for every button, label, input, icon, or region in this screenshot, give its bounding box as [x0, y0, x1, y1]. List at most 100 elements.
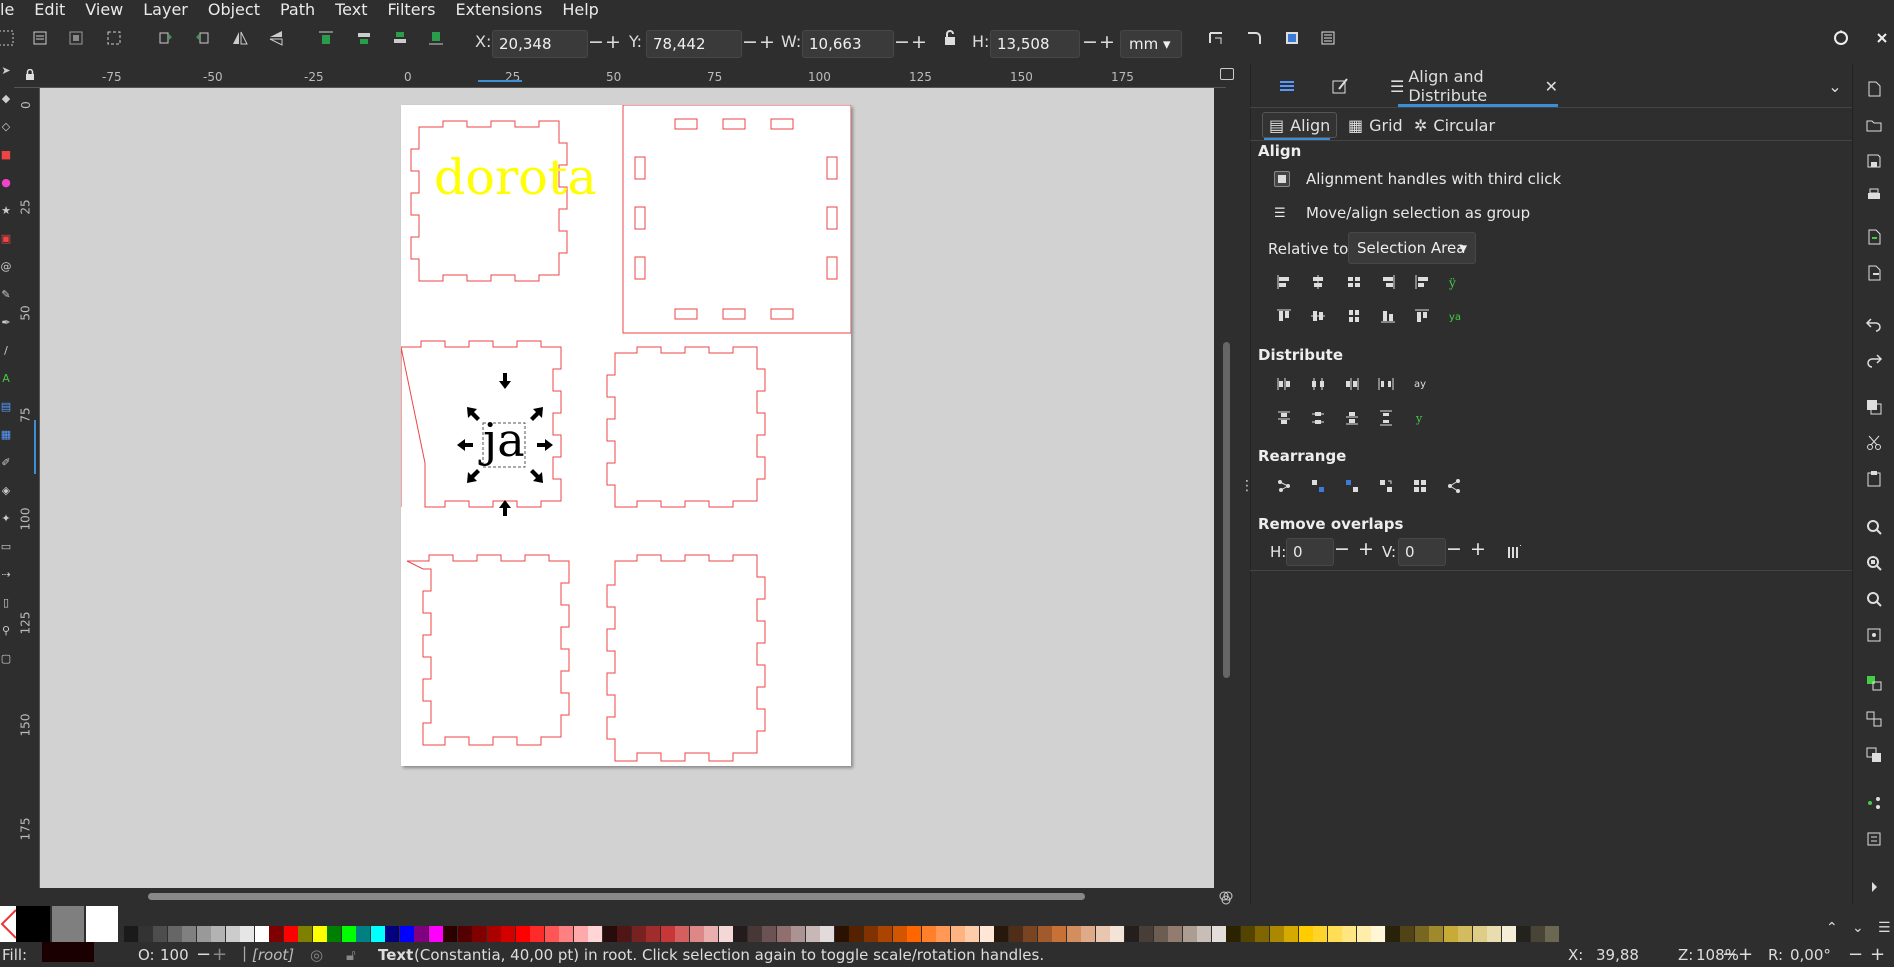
- 3dbox-tool-icon[interactable]: ▣: [0, 232, 12, 245]
- option-group[interactable]: ☰ Move/align selection as group: [1274, 204, 1530, 222]
- group-icon[interactable]: [1863, 672, 1885, 694]
- distribute-gaps-vertical-icon[interactable]: [1374, 406, 1398, 430]
- w-field[interactable]: 10,663: [802, 30, 894, 58]
- align-left-edges-icon[interactable]: [1272, 270, 1296, 294]
- palette-swatch[interactable]: [341, 926, 356, 942]
- palette-swatch[interactable]: [1545, 926, 1559, 942]
- raise-icon[interactable]: [350, 24, 378, 52]
- palette-swatch[interactable]: [1443, 926, 1458, 942]
- menu-filters[interactable]: Filters: [377, 0, 445, 20]
- horizontal-scrollbar-thumb[interactable]: [148, 893, 1085, 900]
- graph-layout-icon[interactable]: [1272, 474, 1296, 498]
- h-increment-icon[interactable]: +: [1099, 31, 1115, 53]
- align-right-edges-icon[interactable]: [1376, 270, 1400, 294]
- distribute-top-edges-icon[interactable]: [1272, 406, 1296, 430]
- star-tool-icon[interactable]: ★: [0, 204, 12, 217]
- print-icon[interactable]: [1863, 184, 1885, 206]
- palette-swatch[interactable]: [1400, 926, 1414, 942]
- cut-icon[interactable]: [1863, 432, 1885, 454]
- align-baseline-anchor-icon[interactable]: ya: [1444, 304, 1468, 328]
- pen-tool-icon[interactable]: ✒: [0, 316, 12, 329]
- palette-swatch[interactable]: [921, 926, 936, 942]
- palette-swatch[interactable]: [428, 926, 443, 942]
- palette-swatch[interactable]: [1139, 926, 1153, 942]
- y-field[interactable]: 78,442: [646, 30, 742, 58]
- palette-swatch[interactable]: [196, 926, 211, 942]
- distribute-baselines-horizontal-icon[interactable]: ay: [1410, 372, 1434, 396]
- palette-swatch[interactable]: [1516, 926, 1530, 942]
- lock-ratio-icon[interactable]: [936, 24, 964, 52]
- palette-swatch[interactable]: [1472, 926, 1487, 942]
- x-field[interactable]: 20,348: [492, 30, 588, 58]
- lock-guides-icon[interactable]: [24, 66, 36, 80]
- palette-swatch[interactable]: [1110, 926, 1124, 942]
- open-file-icon[interactable]: [1863, 114, 1885, 136]
- palette-swatch[interactable]: [573, 926, 588, 942]
- palette-swatch[interactable]: [791, 926, 805, 942]
- option-handles[interactable]: Alignment handles with third click: [1274, 170, 1561, 188]
- export-icon[interactable]: [1863, 262, 1885, 284]
- menu-object[interactable]: Object: [198, 0, 270, 20]
- palette-swatch[interactable]: [704, 926, 718, 942]
- swatch-gray[interactable]: [52, 906, 84, 942]
- opacity-decrement-icon[interactable]: −: [196, 944, 211, 965]
- palette-swatch[interactable]: [443, 926, 457, 942]
- palette-swatch[interactable]: [501, 926, 515, 942]
- palette-swatch[interactable]: [530, 926, 544, 942]
- selector-tool-icon[interactable]: ➤: [0, 64, 12, 77]
- zoom-increment-icon[interactable]: +: [1738, 944, 1753, 965]
- tweak-tool-icon[interactable]: ◇: [0, 120, 12, 133]
- palette-swatch[interactable]: [936, 926, 950, 942]
- menu-view[interactable]: View: [75, 0, 133, 20]
- palette-swatch[interactable]: [878, 926, 892, 942]
- menu-file[interactable]: le: [0, 0, 24, 20]
- scale-corners-icon[interactable]: [1240, 24, 1268, 52]
- palette-swatch[interactable]: [211, 926, 225, 942]
- palette-swatch[interactable]: [646, 926, 660, 942]
- palette-swatch[interactable]: [1124, 926, 1139, 942]
- palette-swatch[interactable]: [544, 926, 559, 942]
- palette-swatch[interactable]: [1153, 926, 1168, 942]
- palette-swatch[interactable]: [588, 926, 602, 942]
- center-on-vertical-icon[interactable]: [1342, 304, 1366, 328]
- palette-scroll-down-icon[interactable]: ⌄: [1852, 920, 1864, 936]
- lower-to-bottom-icon[interactable]: [422, 24, 450, 52]
- palette-swatch[interactable]: [327, 926, 341, 942]
- menu-edit[interactable]: Edit: [24, 0, 75, 20]
- palette-swatch[interactable]: [892, 926, 907, 942]
- tab-grid[interactable]: ▦ Grid: [1342, 112, 1409, 138]
- horizontal-ruler[interactable]: -75 -50 -25 0 25 50 75 100 125 150 175: [14, 64, 1234, 88]
- overlap-v-increment-icon[interactable]: +: [1470, 538, 1486, 560]
- palette-swatch[interactable]: [399, 926, 414, 942]
- unclump-icon[interactable]: [1442, 474, 1466, 498]
- palette-swatch[interactable]: [486, 926, 501, 942]
- rectangle-tool-icon[interactable]: ■: [0, 148, 12, 161]
- palette-swatch[interactable]: [254, 926, 269, 942]
- palette-swatch[interactable]: [907, 926, 921, 942]
- pages-tool-icon[interactable]: ▢: [0, 652, 12, 665]
- raise-to-top-icon[interactable]: [312, 24, 340, 52]
- palette-swatch[interactable]: [1501, 926, 1516, 942]
- palette-swatch[interactable]: [385, 926, 399, 942]
- palette-swatch[interactable]: [167, 926, 182, 942]
- palette-swatch[interactable]: [1052, 926, 1066, 942]
- rotate-cw-icon[interactable]: [188, 24, 216, 52]
- palette-swatch[interactable]: [472, 926, 486, 942]
- overlap-h-decrement-icon[interactable]: −: [1334, 538, 1350, 560]
- overlap-v-field[interactable]: 0: [1398, 538, 1446, 566]
- align-bottom-edges-icon[interactable]: [1376, 304, 1400, 328]
- ellipse-tool-icon[interactable]: ●: [0, 176, 12, 189]
- import-icon[interactable]: [1863, 226, 1885, 248]
- swatch-white[interactable]: [86, 906, 118, 942]
- h-decrement-icon[interactable]: −: [1082, 31, 1098, 53]
- palette-swatch[interactable]: [950, 926, 965, 942]
- dock-handle-icon[interactable]: ⋮: [1240, 478, 1254, 502]
- align-center-horizontal-axis-icon[interactable]: [1306, 304, 1330, 328]
- palette-swatch[interactable]: [515, 926, 530, 942]
- current-layer[interactable]: [root]: [252, 946, 294, 964]
- clone-icon[interactable]: [1863, 744, 1885, 766]
- palette-swatch[interactable]: [849, 926, 863, 942]
- palette-swatch[interactable]: [283, 926, 298, 942]
- exchange-positions-stacking-icon[interactable]: [1340, 474, 1364, 498]
- palette-swatch[interactable]: [1269, 926, 1284, 942]
